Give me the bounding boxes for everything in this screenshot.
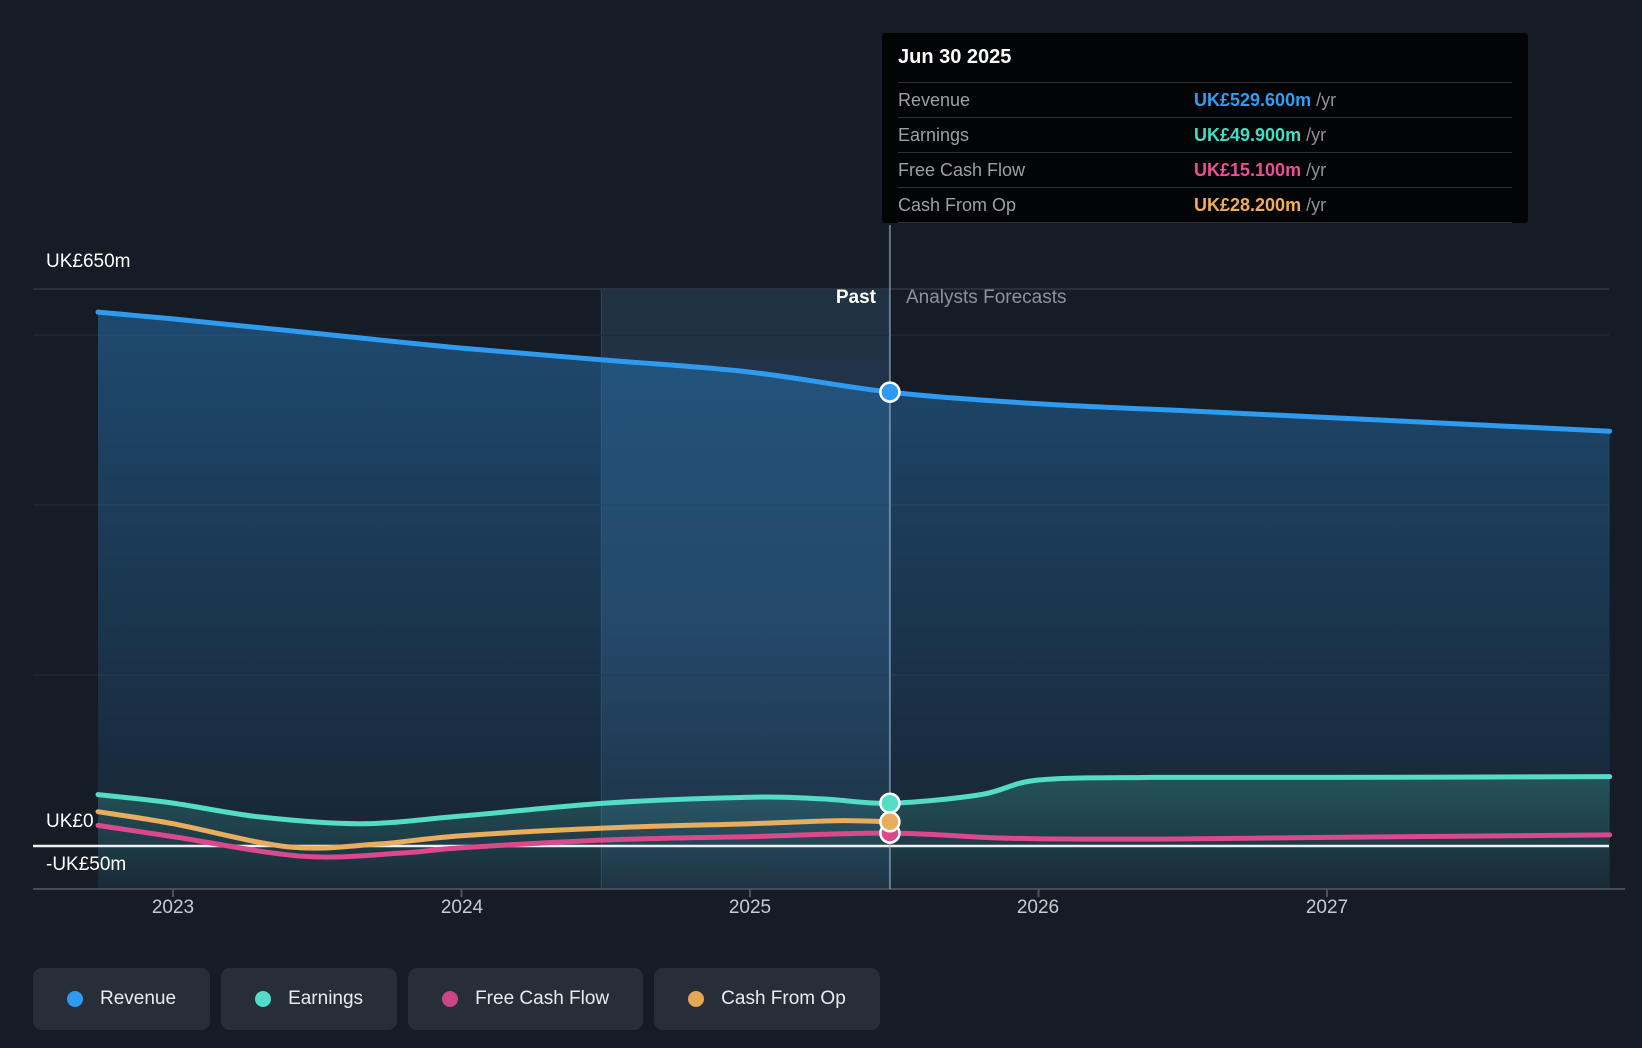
legend-item-free-cash-flow[interactable]: Free Cash Flow [408,968,644,1030]
legend-item-revenue[interactable]: Revenue [33,968,211,1030]
free-cash-flow-dot-icon [442,991,459,1007]
tooltip-label: Earnings [898,124,970,145]
tooltip-value: UK£529.600m [1194,89,1312,110]
x-tick-2024: 2024 [440,897,484,918]
tooltip-label: Revenue [898,89,971,110]
legend-label: Free Cash Flow [475,988,610,1009]
forecast-zone-label: Analysts Forecasts [906,287,1067,308]
x-tick-2026: 2026 [1016,897,1060,918]
legend-label: Earnings [288,988,364,1009]
tooltip-value: UK£49.900m [1194,124,1302,145]
forecast-chart-panel: UK£650m UK£0 -UK£50m 2023 2024 2025 2026… [0,0,1642,1048]
earnings-marker [879,792,901,814]
x-tick-2027: 2027 [1305,897,1349,918]
tooltip-value-suffix: /yr [1301,194,1327,215]
tooltip-value: UK£15.100m [1194,159,1302,180]
legend-label: Cash From Op [721,988,846,1009]
tooltip-value: UK£28.200m [1194,194,1302,215]
tooltip-label: Free Cash Flow [898,159,1026,180]
y-axis-label-650m: UK£650m [46,251,131,272]
cash-from-op-marker [879,811,901,833]
y-axis-label-zero: UK£0 [46,811,94,832]
tooltip: Jun 30 2025 Revenue UK£529.600m /yr Earn… [882,33,1528,223]
tooltip-label: Cash From Op [898,194,1017,215]
tooltip-row-free-cash-flow: Free Cash Flow UK£15.100m /yr [898,152,1512,187]
tooltip-value-suffix: /yr [1301,159,1327,180]
tooltip-date: Jun 30 2025 [898,46,1012,68]
legend-label: Revenue [100,988,177,1009]
revenue-marker [879,381,901,403]
tooltip-value-suffix: /yr [1301,124,1327,145]
tooltip-value-suffix: /yr [1311,89,1337,110]
tooltip-row-revenue: Revenue UK£529.600m /yr [898,82,1512,117]
revenue-dot-icon [67,991,83,1007]
past-zone-label: Past [835,287,876,308]
y-axis-label-neg50m: -UK£50m [46,854,127,875]
earnings-dot-icon [255,991,272,1007]
x-tick-2023: 2023 [151,897,195,918]
x-tick-2025: 2025 [728,897,772,918]
legend: Revenue Earnings Free Cash Flow Cash Fro… [33,968,880,1030]
tooltip-row-earnings: Earnings UK£49.900m /yr [898,117,1512,152]
cash-from-op-dot-icon [688,991,705,1007]
legend-item-cash-from-op[interactable]: Cash From Op [654,968,880,1030]
legend-item-earnings[interactable]: Earnings [221,968,398,1030]
tooltip-row-cash-from-op: Cash From Op UK£28.200m /yr [898,187,1512,223]
